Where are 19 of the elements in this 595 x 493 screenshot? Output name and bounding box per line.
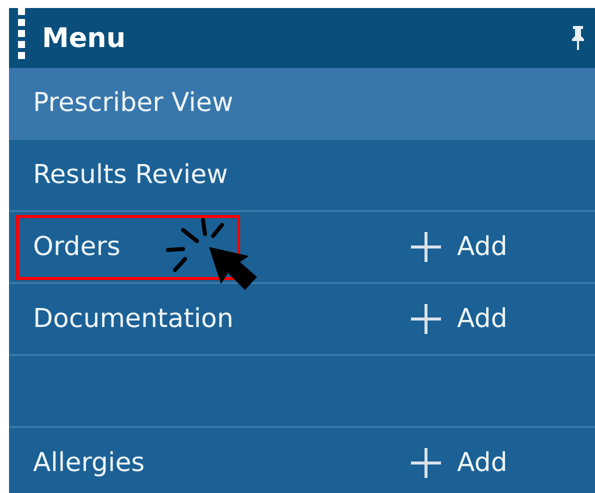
grip-icon[interactable] (18, 8, 25, 60)
menu-item[interactable]: Documentation Add (9, 284, 595, 356)
menu-item-label: Orders (33, 231, 120, 264)
menu-item-label: Results Review (33, 159, 228, 192)
menu-item[interactable]: Orders Add (9, 212, 595, 284)
menu-item[interactable]: Prescriber View (9, 68, 595, 140)
plus-icon (411, 232, 441, 262)
add-button[interactable]: Add (411, 304, 508, 334)
menu-item-label: Allergies (33, 447, 145, 480)
add-button[interactable]: Add (411, 232, 508, 262)
add-button[interactable]: Add (411, 448, 508, 478)
pin-icon[interactable] (571, 26, 585, 50)
menu-item[interactable]: Results Review (9, 140, 595, 212)
menu-item[interactable]: Allergies Add (9, 428, 595, 493)
plus-icon (411, 304, 441, 334)
menu-item-label: Prescriber View (33, 87, 234, 120)
menu-title: Menu (42, 22, 126, 54)
plus-icon (411, 448, 441, 478)
menu-item-label: Documentation (33, 303, 234, 336)
